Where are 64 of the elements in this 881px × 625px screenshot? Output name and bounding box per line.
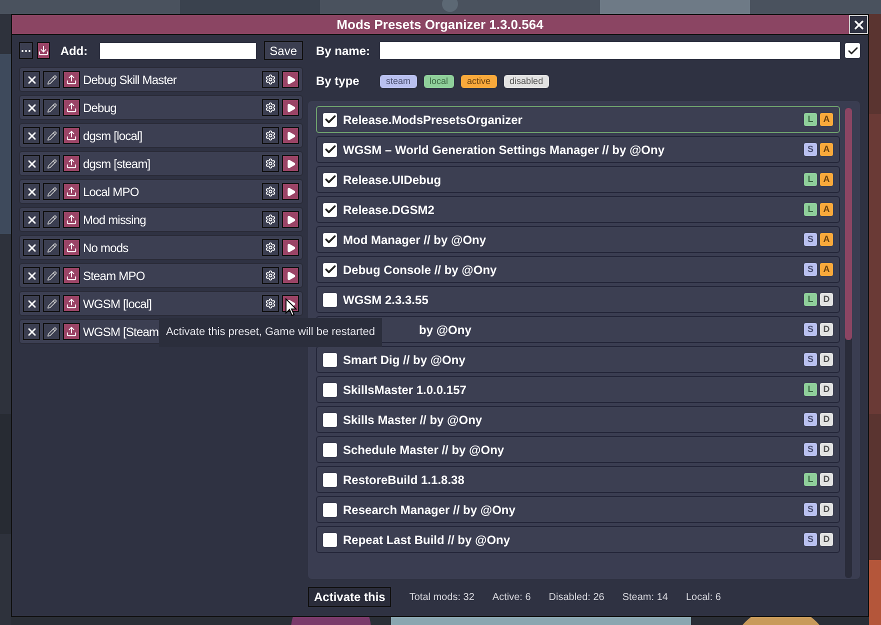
stat-text: Local: 6 (686, 590, 721, 604)
window-title: Mods Presets Organizer 1.3.0.564 (336, 16, 544, 34)
mod-badge: A (820, 203, 833, 216)
stat-text: Total mods: 32 (409, 590, 474, 604)
mod-badge: D (820, 503, 833, 516)
mod-badge: D (820, 293, 833, 306)
mod-badge: D (820, 323, 833, 336)
mod-badge: A (820, 143, 833, 156)
mod-badge: S (804, 413, 817, 426)
mod-badge: S (804, 263, 817, 276)
mod-name: SkillsMaster 1.0.0.157 (343, 382, 466, 398)
mod-badge: D (820, 443, 833, 456)
mod-name: Release.UIDebug (343, 172, 442, 188)
mod-name: Debug Console // by @Ony (343, 262, 497, 278)
mod-name: Schedule Master // by @Ony (343, 442, 504, 458)
mod-badge: D (820, 413, 833, 426)
mod-badge: S (804, 443, 817, 456)
preset-name: Local MPO (83, 184, 139, 200)
preset-name: WGSM [local] (83, 296, 152, 312)
mod-badge: D (820, 383, 833, 396)
mod-name: WGSM – World Generation Settings Manager // by @Ony (343, 142, 665, 158)
mod-badge: A (820, 263, 833, 276)
mod-badge: L (804, 473, 817, 486)
by-name-label: By name: (316, 42, 372, 60)
mod-badge: S (804, 143, 817, 156)
mod-badge: D (820, 533, 833, 546)
add-label: Add: (60, 42, 88, 60)
stat-text: Steam: 14 (622, 590, 668, 604)
mod-name: Release.DGSM2 (343, 202, 434, 218)
preset-name: No mods (83, 240, 128, 256)
mod-name: Repeat Last Build // by @Ony (343, 532, 510, 548)
mod-badge: A (820, 113, 833, 126)
mod-badge: L (804, 203, 817, 216)
mod-badge: A (820, 233, 833, 246)
stat-text: Disabled: 26 (548, 590, 604, 604)
preset-name: Mod missing (83, 212, 146, 228)
stat-text: Active: 6 (492, 590, 531, 604)
mod-badge: S (804, 323, 817, 336)
mod-badge: S (804, 233, 817, 246)
mod-name: WGSM 2.3.3.55 (343, 292, 428, 308)
preset-name: dgsm [local] (83, 128, 142, 144)
mod-name: Mod Manager // by @Ony (343, 232, 486, 248)
mod-badge: L (804, 383, 817, 396)
mod-name: Skills Master // by @Ony (343, 412, 482, 428)
mod-badge: A (820, 173, 833, 186)
mod-name: Release.ModsPresetsOrganizer (343, 112, 522, 128)
mod-name: by @Ony (419, 322, 472, 338)
mod-badge: S (804, 353, 817, 366)
mod-badge: S (804, 503, 817, 516)
mod-badge: L (804, 173, 817, 186)
mod-badge: L (804, 113, 817, 126)
mod-badge: L (804, 293, 817, 306)
preset-name: WGSM [Steam (83, 324, 159, 340)
by-type-label: By type (316, 73, 360, 90)
mod-name: Research Manager // by @Ony (343, 502, 516, 518)
mod-name: RestoreBuild 1.1.8.38 (343, 472, 464, 488)
mod-badge: D (820, 353, 833, 366)
mod-badge: S (804, 533, 817, 546)
preset-name: Steam MPO (83, 268, 145, 284)
preset-name: Debug (83, 100, 116, 116)
mod-name: Smart Dig // by @Ony (343, 352, 466, 368)
preset-name: Debug Skill Master (83, 72, 177, 88)
preset-name: dgsm [steam] (83, 156, 150, 172)
mod-badge: D (820, 473, 833, 486)
